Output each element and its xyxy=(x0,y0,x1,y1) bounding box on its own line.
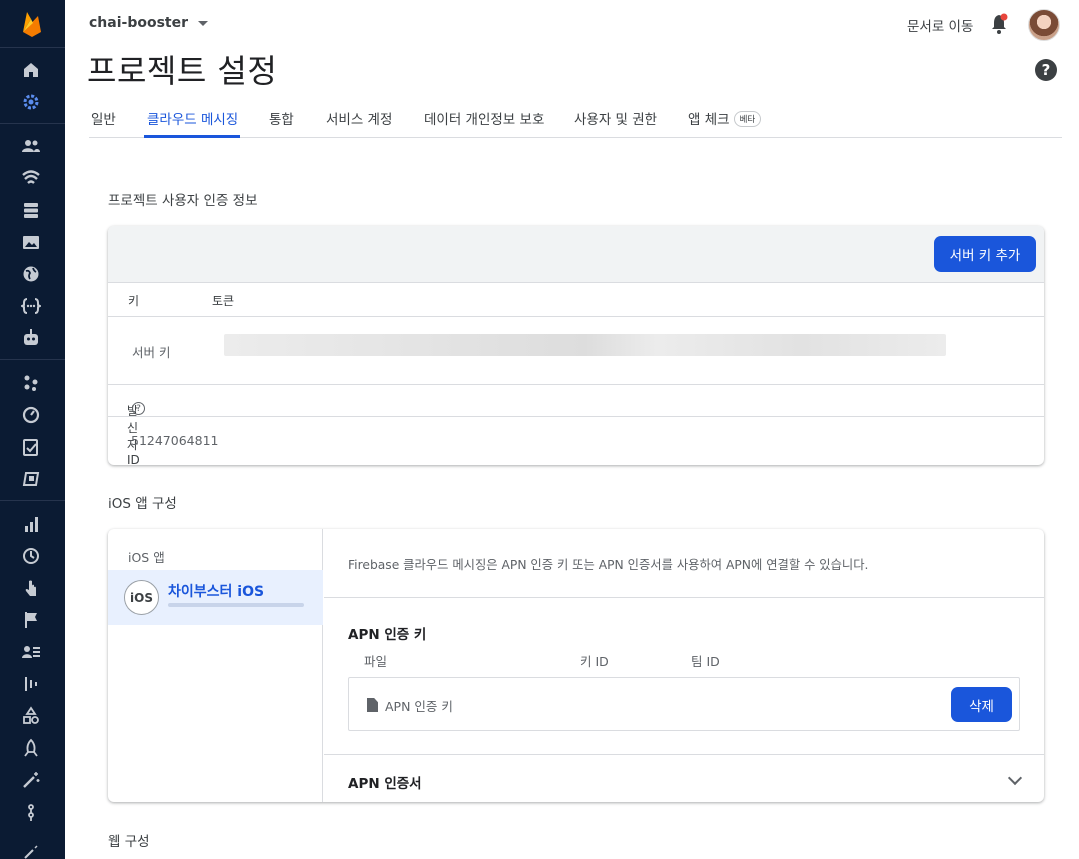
dot-plot-icon[interactable] xyxy=(20,673,42,695)
notification-bell-icon[interactable] xyxy=(989,13,1009,35)
sender-id-value: 51247064811 xyxy=(131,433,219,448)
ios-apps-title: iOS 앱 xyxy=(128,550,165,565)
tab-integrations[interactable]: 통합 xyxy=(269,108,294,138)
sidebar-divider xyxy=(0,123,65,124)
col-key-id: 키 ID xyxy=(580,654,609,669)
wand-icon[interactable] xyxy=(20,769,42,791)
tab-service-accounts[interactable]: 서비스 계정 xyxy=(326,108,392,138)
tab-cloud-messaging[interactable]: 클라우드 메시징 xyxy=(147,108,238,138)
sidebar xyxy=(0,0,65,859)
divider xyxy=(324,597,1044,598)
functions-icon[interactable] xyxy=(20,295,42,317)
home-icon[interactable] xyxy=(20,59,42,81)
add-server-key-button[interactable]: 서버 키 추가 xyxy=(934,236,1036,272)
credentials-table-header: 키 토큰 xyxy=(108,283,1044,317)
ios-config-card: iOS 앱 iOS 차이부스터 iOS Firebase 클라우드 메시징은 A… xyxy=(108,529,1044,802)
test-lab-icon[interactable] xyxy=(20,468,42,490)
user-list-icon[interactable] xyxy=(20,641,42,663)
credentials-section-title: 프로젝트 사용자 인증 정보 xyxy=(108,193,258,209)
avatar[interactable] xyxy=(1028,9,1060,41)
apn-key-file-label: APN 인증 키 xyxy=(385,699,453,714)
firebase-logo-icon[interactable] xyxy=(20,10,44,38)
ios-app-item[interactable]: iOS 차이부스터 iOS xyxy=(108,570,323,625)
touch-icon[interactable] xyxy=(20,577,42,599)
active-tab-indicator xyxy=(144,135,240,138)
sidebar-divider xyxy=(0,359,65,360)
ios-apps-list: iOS 앱 iOS 차이부스터 iOS xyxy=(108,529,323,802)
rocket-icon[interactable] xyxy=(20,737,42,759)
apn-auth-key-title: APN 인증 키 xyxy=(348,627,427,643)
sender-id-row: 51247064811 xyxy=(108,417,1044,465)
apn-key-file-row: APN 인증 키 삭제 xyxy=(348,677,1020,731)
project-name: chai-booster xyxy=(89,15,189,31)
docs-link[interactable]: 문서로 이동 xyxy=(907,15,973,35)
apn-certificate-expander[interactable]: APN 인증서 xyxy=(324,754,1044,802)
settings-icon[interactable] xyxy=(20,91,42,113)
help-circle-icon[interactable]: ? xyxy=(132,402,145,415)
project-selector[interactable]: chai-booster xyxy=(89,15,209,31)
sidebar-divider xyxy=(0,47,65,48)
robot-icon[interactable] xyxy=(20,327,42,349)
tab-app-check[interactable]: 앱 체크 베타 xyxy=(688,108,762,138)
file-icon xyxy=(367,698,378,712)
users-icon[interactable] xyxy=(20,135,42,157)
page-title: 프로젝트 설정 xyxy=(87,52,278,90)
credentials-card-header: 서버 키 추가 xyxy=(108,226,1044,283)
col-token: 토큰 xyxy=(212,294,235,308)
col-team-id: 팀 ID xyxy=(691,654,720,669)
chevron-down-icon xyxy=(198,20,209,26)
ios-badge-icon: iOS xyxy=(124,580,159,615)
apn-description: Firebase 클라우드 메시징은 APN 인증 키 또는 APN 인증서를 … xyxy=(348,558,869,572)
git-icon[interactable] xyxy=(20,801,42,823)
tab-data-privacy[interactable]: 데이터 개인정보 보호 xyxy=(424,108,544,138)
shapes-icon[interactable] xyxy=(20,705,42,727)
chevron-down-icon xyxy=(1007,770,1023,786)
credentials-card: 서버 키 추가 키 토큰 서버 키 발신자 ID? 51247064811 xyxy=(108,226,1044,465)
wifi-icon[interactable] xyxy=(20,167,42,189)
tab-app-check-label: 앱 체크 xyxy=(688,112,730,128)
globe-icon[interactable] xyxy=(20,263,42,285)
server-key-token-redacted[interactable] xyxy=(224,334,946,356)
apn-certificate-title: APN 인증서 xyxy=(348,776,422,792)
tab-users-permissions[interactable]: 사용자 및 권한 xyxy=(574,108,657,138)
web-config-section-title: 웹 구성 xyxy=(108,834,150,850)
image-icon[interactable] xyxy=(20,231,42,253)
checklist-icon[interactable] xyxy=(20,436,42,458)
flag-icon[interactable] xyxy=(20,609,42,631)
gauge-icon[interactable] xyxy=(20,404,42,426)
delete-apn-key-button[interactable]: 삭제 xyxy=(951,687,1012,722)
ios-app-bundle-redacted xyxy=(168,603,304,607)
database-icon[interactable] xyxy=(20,199,42,221)
sender-id-header: 발신자 ID? xyxy=(108,385,1044,465)
tab-bar: 일반 클라우드 메시징 통합 서비스 계정 데이터 개인정보 보호 사용자 및 … xyxy=(89,98,1062,138)
server-key-row: 서버 키 xyxy=(108,317,1044,385)
help-icon[interactable]: ? xyxy=(1035,59,1057,81)
ios-app-name: 차이부스터 iOS xyxy=(168,584,265,600)
clock-icon[interactable] xyxy=(20,545,42,567)
more-tools-icon[interactable] xyxy=(20,841,42,859)
extensions-icon[interactable] xyxy=(20,372,42,394)
col-key: 키 xyxy=(128,294,140,308)
col-file: 파일 xyxy=(364,654,388,669)
bar-chart-icon[interactable] xyxy=(20,513,42,535)
server-key-label: 서버 키 xyxy=(132,345,171,360)
tab-general[interactable]: 일반 xyxy=(91,108,116,138)
sidebar-divider xyxy=(0,500,65,501)
ios-config-section-title: iOS 앱 구성 xyxy=(108,496,177,512)
beta-badge: 베타 xyxy=(733,111,762,127)
